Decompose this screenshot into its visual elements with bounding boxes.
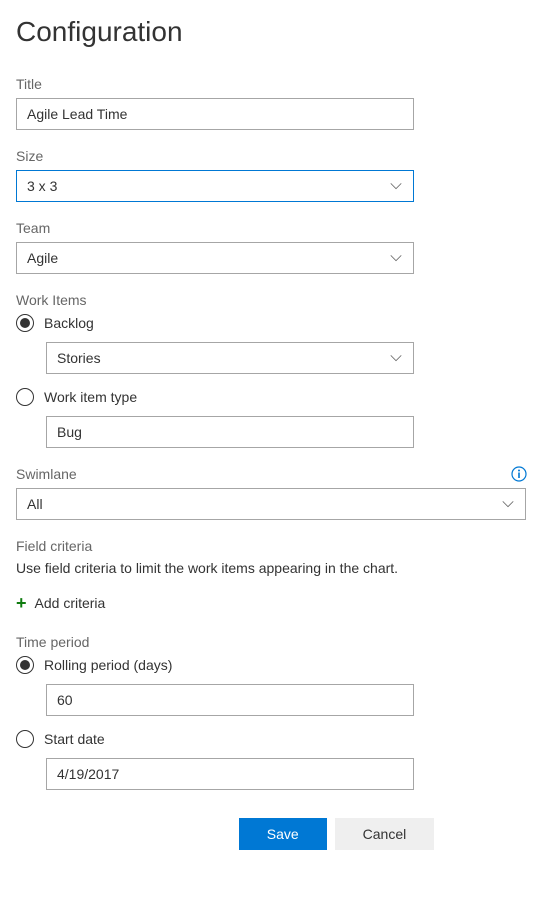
- fieldcriteria-label: Field criteria: [16, 538, 527, 554]
- page-title: Configuration: [16, 16, 527, 48]
- add-criteria-label: Add criteria: [35, 595, 106, 611]
- info-icon[interactable]: [511, 466, 527, 482]
- size-label: Size: [16, 148, 527, 164]
- timeperiod-label: Time period: [16, 634, 527, 650]
- rolling-radio-row[interactable]: Rolling period (days): [16, 656, 527, 674]
- title-input-field[interactable]: [27, 99, 403, 129]
- team-label: Team: [16, 220, 527, 236]
- backlog-radio[interactable]: [16, 314, 34, 332]
- chevron-down-icon: [389, 251, 403, 265]
- size-select[interactable]: 3 x 3: [16, 170, 414, 202]
- rolling-radio[interactable]: [16, 656, 34, 674]
- startdate-radio-label: Start date: [44, 731, 105, 747]
- workitemtype-radio-row[interactable]: Work item type: [16, 388, 527, 406]
- backlog-radio-label: Backlog: [44, 315, 94, 331]
- plus-icon: +: [16, 594, 27, 612]
- backlog-select[interactable]: Stories: [46, 342, 414, 374]
- size-value: 3 x 3: [27, 178, 57, 194]
- rolling-input-field[interactable]: [57, 685, 403, 715]
- startdate-radio-row[interactable]: Start date: [16, 730, 527, 748]
- chevron-down-icon: [389, 351, 403, 365]
- add-criteria-button[interactable]: + Add criteria: [16, 594, 527, 612]
- backlog-radio-row[interactable]: Backlog: [16, 314, 527, 332]
- swimlane-select[interactable]: All: [16, 488, 526, 520]
- swimlane-value: All: [27, 496, 43, 512]
- workitemtype-radio-label: Work item type: [44, 389, 137, 405]
- backlog-value: Stories: [57, 350, 101, 366]
- cancel-button[interactable]: Cancel: [335, 818, 435, 850]
- team-value: Agile: [27, 250, 58, 266]
- chevron-down-icon: [501, 497, 515, 511]
- title-input[interactable]: [16, 98, 414, 130]
- workitemtype-value: Bug: [57, 424, 82, 440]
- title-label: Title: [16, 76, 527, 92]
- startdate-input-field[interactable]: [57, 759, 403, 789]
- fieldcriteria-description: Use field criteria to limit the work ite…: [16, 560, 527, 576]
- save-button[interactable]: Save: [239, 818, 327, 850]
- rolling-radio-label: Rolling period (days): [44, 657, 172, 673]
- swimlane-label: Swimlane: [16, 466, 77, 482]
- startdate-input[interactable]: [46, 758, 414, 790]
- startdate-radio[interactable]: [16, 730, 34, 748]
- chevron-down-icon: [389, 179, 403, 193]
- rolling-input[interactable]: [46, 684, 414, 716]
- workitems-label: Work Items: [16, 292, 527, 308]
- workitemtype-radio[interactable]: [16, 388, 34, 406]
- team-select[interactable]: Agile: [16, 242, 414, 274]
- workitemtype-select[interactable]: Bug: [46, 416, 414, 448]
